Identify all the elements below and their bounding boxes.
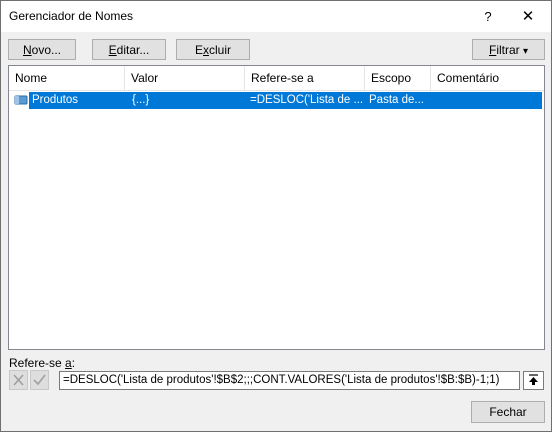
title-bar: Gerenciador de Nomes ? ✕	[1, 1, 551, 32]
column-header-name[interactable]: Nome	[9, 66, 125, 90]
column-header-comment[interactable]: Comentário	[431, 66, 544, 90]
column-header-value[interactable]: Valor	[125, 66, 245, 90]
refers-to-input[interactable]: =DESLOC('Lista de produtos'!$B$2;;;CONT.…	[59, 371, 520, 390]
delete-button[interactable]: Excluir	[176, 39, 250, 60]
cancel-x-glyph	[13, 374, 24, 386]
column-header-scope[interactable]: Escopo	[365, 66, 431, 90]
names-list[interactable]: Nome Valor Refere-se a Escopo Comentário…	[8, 65, 545, 350]
arrow-up-icon	[529, 374, 538, 385]
new-button-accel: N	[22, 43, 32, 57]
edit-button-label: ditar...	[116, 43, 150, 57]
table-row[interactable]: Produtos {...} =DESLOC('Lista de ... Pas…	[29, 92, 542, 109]
close-dialog-button[interactable]: Fechar	[471, 401, 545, 423]
cancel-edit-icon[interactable]	[9, 370, 28, 390]
dialog-title: Gerenciador de Nomes	[9, 9, 134, 23]
filter-dropdown-button[interactable]: Filtrar ▾	[472, 39, 545, 60]
cell-comment	[432, 92, 543, 109]
chevron-down-icon: ▾	[523, 46, 529, 57]
refers-to-label-pre: Refere-se	[9, 356, 66, 370]
new-button-label: ovo...	[31, 43, 62, 57]
column-header-refers-to[interactable]: Refere-se a	[245, 66, 365, 90]
confirm-edit-icon[interactable]	[30, 370, 49, 390]
filter-button-label: iltrar	[496, 43, 520, 57]
cell-name: Produtos	[32, 94, 79, 106]
refers-to-label-post: :	[71, 356, 76, 370]
list-header: Nome Valor Refere-se a Escopo Comentário	[9, 66, 544, 91]
new-button[interactable]: Novo...	[8, 39, 76, 60]
cell-value: {...}	[132, 94, 150, 106]
edit-button[interactable]: Editar...	[92, 39, 166, 60]
named-range-icon	[14, 95, 28, 105]
delete-button-label-pre: E	[194, 43, 203, 57]
refers-to-label-accel: a	[65, 356, 72, 370]
help-button[interactable]: ?	[471, 1, 505, 32]
close-button[interactable]: ✕	[511, 1, 545, 32]
refers-to-label: Refere-se a:	[9, 356, 75, 370]
cell-refers-to: =DESLOC('Lista de ...	[250, 94, 364, 106]
edit-button-accel: E	[108, 43, 117, 57]
name-manager-dialog: Gerenciador de Nomes ? ✕ Novo... Editar.…	[0, 0, 552, 432]
cell-scope: Pasta de...	[369, 94, 424, 106]
check-glyph	[33, 374, 46, 386]
collapse-dialog-icon[interactable]	[523, 371, 544, 390]
delete-button-label: cluir	[209, 43, 232, 57]
